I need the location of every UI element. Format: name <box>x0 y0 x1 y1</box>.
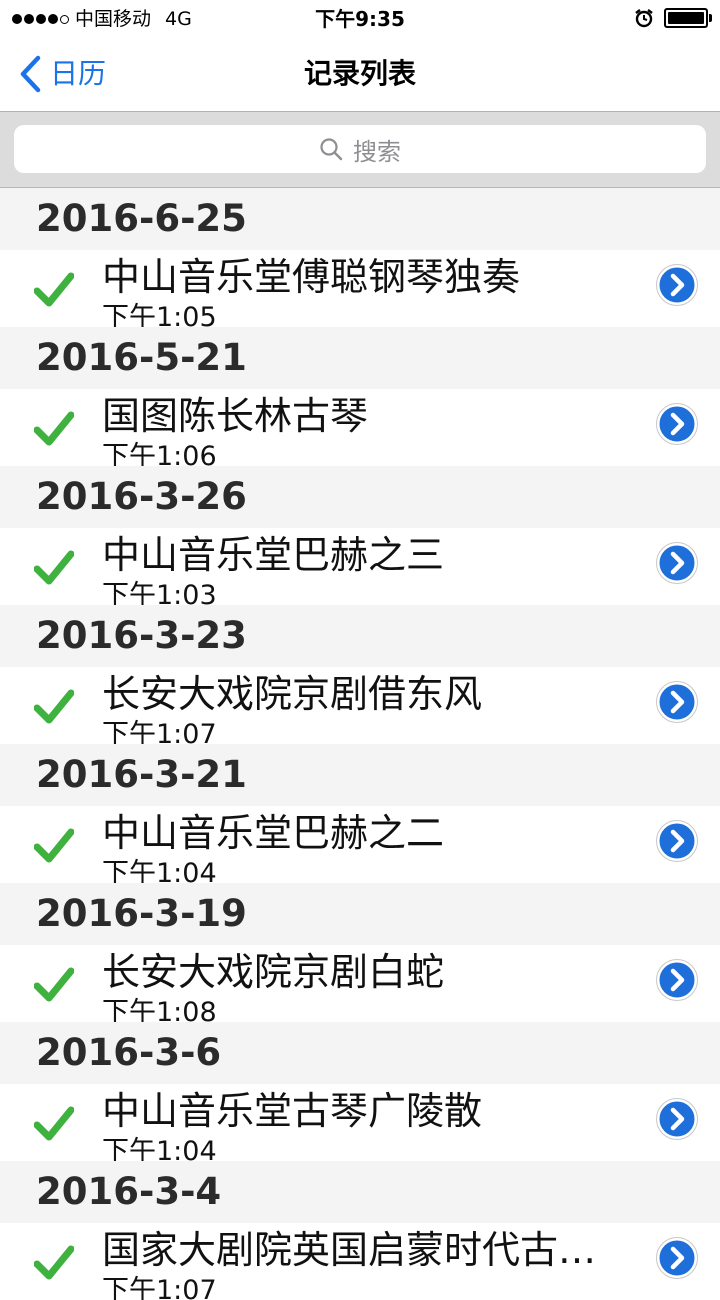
list-item[interactable]: 长安大戏院京剧借东风 下午1:07 <box>0 667 720 744</box>
record-time: 下午1:07 <box>102 1275 217 1300</box>
record-time: 下午1:06 <box>102 441 217 466</box>
record-title: 长安大戏院京剧白蛇 <box>102 950 445 994</box>
section-header: 2016-3-4 <box>0 1161 720 1223</box>
navigation-bar: 日历 记录列表 <box>0 38 720 112</box>
disclosure-arrow-icon[interactable] <box>656 681 698 723</box>
disclosure-arrow-icon[interactable] <box>656 1237 698 1279</box>
list-item[interactable]: 国图陈长林古琴 下午1:06 <box>0 389 720 466</box>
disclosure-arrow-icon[interactable] <box>656 403 698 445</box>
search-input[interactable]: 搜索 <box>14 125 706 173</box>
search-placeholder: 搜索 <box>353 137 401 166</box>
section-header: 2016-5-21 <box>0 327 720 389</box>
disclosure-arrow-icon[interactable] <box>656 959 698 1001</box>
record-title: 中山音乐堂巴赫之三 <box>102 533 445 577</box>
record-time: 下午1:04 <box>102 1136 217 1161</box>
back-button-label: 日历 <box>50 57 107 90</box>
record-time: 下午1:07 <box>102 719 217 744</box>
disclosure-arrow-icon[interactable] <box>656 1098 698 1140</box>
search-bar: 搜索 <box>0 112 720 188</box>
record-title: 中山音乐堂傅聪钢琴独奏 <box>102 255 521 299</box>
record-title: 国家大剧院英国启蒙时代古… <box>102 1228 597 1272</box>
battery-icon <box>664 8 712 28</box>
list-item[interactable]: 长安大戏院京剧白蛇 下午1:08 <box>0 945 720 1022</box>
section-date: 2016-3-23 <box>36 614 247 657</box>
section-date: 2016-3-19 <box>36 892 247 935</box>
record-title: 中山音乐堂巴赫之二 <box>102 811 445 855</box>
record-time: 下午1:08 <box>102 997 217 1022</box>
section-header: 2016-3-26 <box>0 466 720 528</box>
alarm-clock-icon <box>635 9 653 28</box>
section-date: 2016-3-26 <box>36 475 247 518</box>
record-time: 下午1:04 <box>102 858 217 883</box>
record-title: 国图陈长林古琴 <box>102 394 369 438</box>
status-bar: 中国移动 4G 下午9:35 <box>0 0 720 38</box>
section-header: 2016-3-23 <box>0 605 720 667</box>
section-date: 2016-6-25 <box>36 197 247 240</box>
section-date: 2016-3-4 <box>36 1170 222 1213</box>
record-list: 2016-6-25 中山音乐堂傅聪钢琴独奏 下午1:05 2016-5-21 国… <box>0 188 720 1300</box>
checkmark-icon <box>34 411 74 446</box>
list-item[interactable]: 中山音乐堂巴赫之二 下午1:04 <box>0 806 720 883</box>
section-header: 2016-3-6 <box>0 1022 720 1084</box>
checkmark-icon <box>34 550 74 585</box>
list-item[interactable]: 国家大剧院英国启蒙时代古… 下午1:07 <box>0 1223 720 1300</box>
checkmark-icon <box>34 967 74 1002</box>
page-title: 记录列表 <box>303 57 416 90</box>
record-title: 长安大戏院京剧借东风 <box>102 672 483 716</box>
record-time: 下午1:05 <box>102 302 217 327</box>
search-icon <box>320 138 343 161</box>
section-date: 2016-5-21 <box>36 336 247 379</box>
checkmark-icon <box>34 1245 74 1280</box>
checkmark-icon <box>34 272 74 307</box>
list-item[interactable]: 中山音乐堂傅聪钢琴独奏 下午1:05 <box>0 250 720 327</box>
back-button[interactable]: 日历 <box>18 52 106 96</box>
list-item[interactable]: 中山音乐堂古琴广陵散 下午1:04 <box>0 1084 720 1161</box>
disclosure-arrow-icon[interactable] <box>656 264 698 306</box>
disclosure-arrow-icon[interactable] <box>656 542 698 584</box>
record-title: 中山音乐堂古琴广陵散 <box>102 1089 483 1133</box>
status-time: 下午9:35 <box>315 7 405 31</box>
checkmark-icon <box>34 1106 74 1141</box>
section-date: 2016-3-6 <box>36 1031 222 1074</box>
chevron-left-icon <box>20 55 41 93</box>
section-header: 2016-6-25 <box>0 188 720 250</box>
list-item[interactable]: 中山音乐堂巴赫之三 下午1:03 <box>0 528 720 605</box>
checkmark-icon <box>34 689 74 724</box>
checkmark-icon <box>34 828 74 863</box>
section-header: 2016-3-19 <box>0 883 720 945</box>
disclosure-arrow-icon[interactable] <box>656 820 698 862</box>
record-time: 下午1:03 <box>102 580 217 605</box>
section-header: 2016-3-21 <box>0 744 720 806</box>
section-date: 2016-3-21 <box>36 753 247 796</box>
